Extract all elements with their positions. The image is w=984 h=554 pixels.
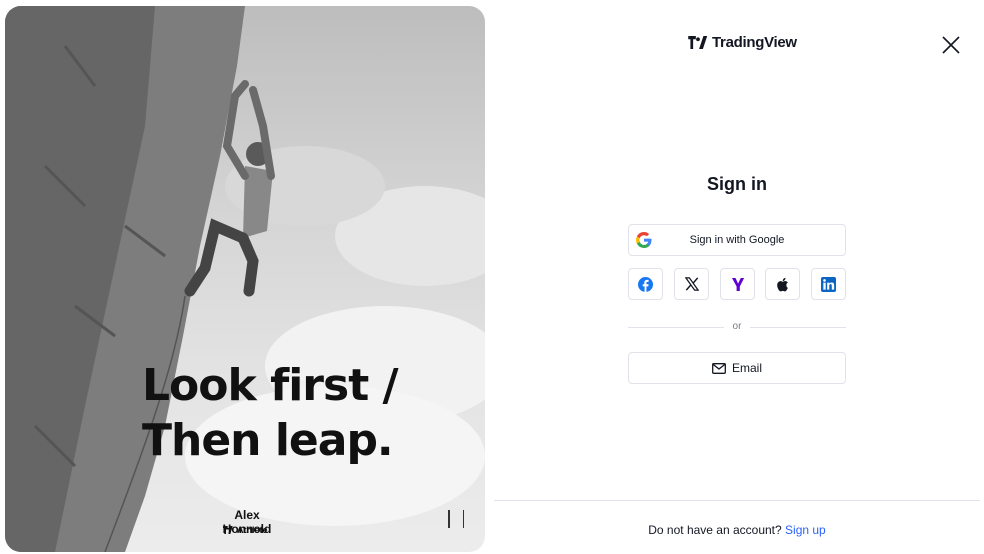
headline-line-2: Then leap.: [142, 415, 394, 466]
footer-divider: [494, 500, 980, 501]
close-button[interactable]: [940, 34, 962, 56]
signup-link[interactable]: Sign up: [785, 523, 826, 537]
apple-icon: [777, 277, 788, 291]
brand-logo[interactable]: TradingView: [688, 34, 797, 51]
social-signin-row: [628, 268, 846, 300]
close-icon: [942, 36, 960, 54]
x-signin-button[interactable]: [674, 268, 709, 300]
athlete-tag-label: Athlete: [237, 525, 268, 535]
email-signin-label: Email: [731, 361, 762, 375]
apple-signin-button[interactable]: [765, 268, 800, 300]
or-divider: or: [628, 320, 846, 334]
email-signin-button[interactable]: Email: [628, 352, 846, 384]
headline-line-1: Look first /: [142, 360, 399, 411]
brand-name: TradingView: [712, 34, 797, 51]
google-signin-button[interactable]: Sign in with Google: [628, 224, 846, 256]
divider-line-right: [750, 327, 846, 328]
yahoo-signin-button[interactable]: [720, 268, 755, 300]
facebook-signin-button[interactable]: [628, 268, 663, 300]
pause-bar-right: [462, 510, 464, 528]
google-icon: [636, 232, 652, 248]
yahoo-icon: [731, 278, 744, 291]
signup-prompt-text: Do not have an account?: [648, 523, 782, 537]
mail-icon: [712, 362, 726, 374]
signup-prompt: Do not have an account? Sign up: [494, 523, 980, 537]
climber-photo: [5, 6, 485, 552]
page-title: Sign in: [707, 174, 767, 194]
linkedin-icon: [821, 276, 836, 292]
x-icon: [684, 277, 699, 291]
tradingview-logo-icon: [688, 36, 708, 49]
facebook-icon: [638, 276, 653, 292]
hero-headline: Look first / Then leap.: [142, 358, 462, 468]
hero-panel: Look first / Then leap. Alex Honnold Ath…: [5, 6, 485, 552]
linkedin-signin-button[interactable]: [811, 268, 846, 300]
athlete-badge: Athlete: [223, 525, 268, 535]
tradingview-logo-icon: [223, 526, 233, 534]
pause-bar-left: [448, 510, 450, 528]
google-signin-label: Sign in with Google: [689, 234, 785, 246]
pause-button[interactable]: [448, 508, 464, 530]
